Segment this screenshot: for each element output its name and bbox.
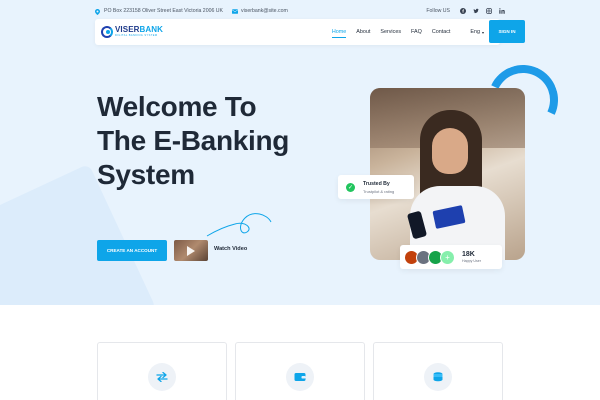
coins-icon <box>424 363 452 391</box>
top-info-bar: PO Box 223158 Oliver Street East Victori… <box>95 4 505 18</box>
follow-label: Follow US <box>426 8 450 14</box>
exchange-icon <box>148 363 176 391</box>
nav-faq[interactable]: FAQ <box>411 29 422 35</box>
headline-line-2: The E-Banking <box>97 125 290 156</box>
twitter-icon[interactable] <box>473 8 479 14</box>
watch-video-link[interactable]: Watch Video <box>214 246 247 252</box>
feature-card[interactable] <box>97 342 227 400</box>
brand-name-part1: VISER <box>115 25 140 35</box>
create-account-button[interactable]: CREATE AN ACCOUNT <box>97 240 167 261</box>
chevron-down-icon: ▾ <box>481 29 484 35</box>
hero-image-woman-with-card <box>370 88 525 260</box>
check-icon: ✓ <box>346 182 355 192</box>
brand-name-part2: BANK <box>139 25 164 35</box>
logo-text: VISERBANK DIGITAL BANKING SYSTEM <box>115 26 163 38</box>
signin-button[interactable]: SIGN IN <box>489 20 525 43</box>
happy-users-badge: + 18K Happy User <box>400 245 502 269</box>
users-count-label: Happy User <box>462 259 481 263</box>
hero-headline: Welcome To The E-Banking System <box>97 90 357 192</box>
social-follow: Follow US <box>426 8 505 14</box>
main-navbar: VISERBANK DIGITAL BANKING SYSTEM Home Ab… <box>95 19 525 45</box>
play-icon <box>187 246 195 256</box>
video-thumbnail[interactable] <box>174 240 208 261</box>
feature-card[interactable] <box>373 342 503 400</box>
wallet-icon <box>286 363 314 391</box>
instagram-icon[interactable] <box>486 8 492 14</box>
nav-home[interactable]: Home <box>331 29 347 38</box>
plus-icon: + <box>440 249 455 265</box>
headline-line-3: System <box>97 159 195 190</box>
trusted-title: Trusted By <box>363 180 390 187</box>
language-select[interactable]: Eng ▾ <box>470 29 484 35</box>
facebook-icon[interactable] <box>460 8 466 14</box>
address-text: PO Box 223158 Oliver Street East Victori… <box>104 8 223 14</box>
nav-services[interactable]: Services <box>380 29 401 35</box>
headline-line-1: Welcome To <box>97 91 257 122</box>
brand-name: VISERBANK <box>115 26 163 34</box>
linkedin-icon[interactable] <box>499 8 505 14</box>
brand-logo[interactable]: VISERBANK DIGITAL BANKING SYSTEM <box>101 26 163 38</box>
location-pin-icon <box>95 8 100 15</box>
email-item[interactable]: viserbank@site.com <box>231 8 288 14</box>
features-row <box>97 342 503 400</box>
envelope-icon <box>231 8 239 14</box>
primary-menu: Home About Services FAQ Contact Eng ▾ <box>322 29 484 38</box>
email-text[interactable]: viserbank@site.com <box>241 8 288 14</box>
brand-tagline: DIGITAL BANKING SYSTEM <box>115 34 158 38</box>
feature-card[interactable] <box>235 342 365 400</box>
trusted-text: Trusted By Trustpilot & rating <box>363 181 394 194</box>
photo-face <box>432 128 468 174</box>
nav-about[interactable]: About <box>356 29 370 35</box>
decorative-swirl-icon <box>206 213 272 237</box>
users-count: 18K Happy User <box>462 251 481 263</box>
trusted-subtitle: Trustpilot & rating <box>363 188 395 194</box>
nav-contact[interactable]: Contact <box>432 29 451 35</box>
users-count-number: 18K <box>462 251 475 258</box>
language-label: Eng <box>470 29 480 35</box>
trusted-by-badge: ✓ Trusted By Trustpilot & rating <box>338 175 414 199</box>
address-item: PO Box 223158 Oliver Street East Victori… <box>95 8 223 15</box>
logo-mark-icon <box>101 26 113 38</box>
